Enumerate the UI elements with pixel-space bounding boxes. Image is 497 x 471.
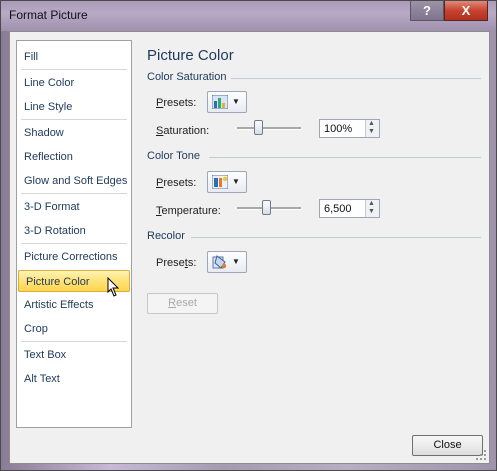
temperature-slider-thumb[interactable] [261,200,271,215]
chevron-down-icon: ▼ [232,257,240,266]
section-divider [231,78,481,79]
nav-item-3d-format[interactable]: 3-D Format [17,196,131,218]
spin-up-icon[interactable]: ▲ [368,120,375,128]
section-divider [209,157,481,158]
nav-item-fill[interactable]: Fill [17,46,131,68]
recolor-presets-dropdown[interactable]: ▼ [207,251,247,273]
nav-item-reflection[interactable]: Reflection [17,146,131,168]
nav-item-crop[interactable]: Crop [17,318,131,340]
nav-item-line-color[interactable]: Line Color [17,72,131,94]
dialog-body: Fill Line Color Line Style Shadow Reflec… [9,31,490,464]
nav-divider [21,69,127,70]
temperature-value[interactable]: 6,500 [324,203,352,215]
saturation-presets-label: Presets: [156,97,197,109]
nav-item-picture-color[interactable]: Picture Color [18,270,130,297]
nav-item-text-box[interactable]: Text Box [17,344,131,366]
category-list: Fill Line Color Line Style Shadow Reflec… [16,40,132,428]
saturation-presets-dropdown[interactable]: ▼ [207,91,247,113]
chevron-down-icon: ▼ [232,177,240,186]
saturation-slider-track[interactable] [237,127,301,130]
format-picture-dialog: Format Picture ? X Fill Line Color Line … [0,0,497,471]
tone-presets-label: Presets: [156,177,197,189]
close-button[interactable]: Close [412,435,483,456]
recolor-presets-label: Presets: [156,257,197,269]
nav-item-shadow[interactable]: Shadow [17,122,131,144]
section-divider [191,237,481,238]
dialog-title: Format Picture [9,8,88,22]
nav-item-glow-soft-edges[interactable]: Glow and Soft Edges [17,170,131,192]
saturation-preset-icon [212,95,228,109]
section-color-saturation: Color Saturation [147,71,227,83]
recolor-preset-icon [212,255,227,269]
section-recolor: Recolor [147,230,185,242]
title-bar[interactable]: Format Picture ? X [1,1,496,31]
saturation-label: Saturation: [156,125,210,137]
nav-item-line-style[interactable]: Line Style [17,96,131,118]
nav-item-3d-rotation[interactable]: 3-D Rotation [17,220,131,242]
close-icon: X [461,3,471,18]
nav-item-alt-text[interactable]: Alt Text [17,368,131,390]
picture-color-panel: Picture Color Color Saturation Presets: … [141,40,485,428]
temperature-spin-buttons[interactable]: ▲ ▼ [365,200,379,217]
nav-divider [21,193,127,194]
nav-item-picture-corrections[interactable]: Picture Corrections [17,246,131,268]
nav-divider [21,243,127,244]
reset-button[interactable]: Reset [147,293,218,314]
spin-down-icon[interactable]: ▼ [368,128,375,136]
temperature-label: Temperature: [156,205,221,217]
chevron-down-icon: ▼ [232,97,240,106]
section-color-tone: Color Tone [147,150,200,162]
help-button[interactable]: ? [410,1,444,21]
tone-presets-dropdown[interactable]: ▼ [207,171,247,193]
nav-divider [21,341,127,342]
saturation-slider-thumb[interactable] [254,120,264,135]
spin-down-icon[interactable]: ▼ [368,208,375,216]
nav-item-artistic-effects[interactable]: Artistic Effects [17,294,131,316]
temperature-spinner[interactable]: 6,500 ▲ ▼ [319,199,380,218]
saturation-spinner[interactable]: 100% ▲ ▼ [319,119,380,138]
nav-divider [21,119,127,120]
tone-preset-icon [212,175,228,189]
saturation-spin-buttons[interactable]: ▲ ▼ [365,120,379,137]
panel-heading: Picture Color [147,47,234,64]
window-close-button[interactable]: X [444,1,488,21]
resize-grip-icon[interactable] [475,449,487,461]
spin-up-icon[interactable]: ▲ [368,200,375,208]
saturation-value[interactable]: 100% [324,123,352,135]
help-icon: ? [423,3,431,18]
